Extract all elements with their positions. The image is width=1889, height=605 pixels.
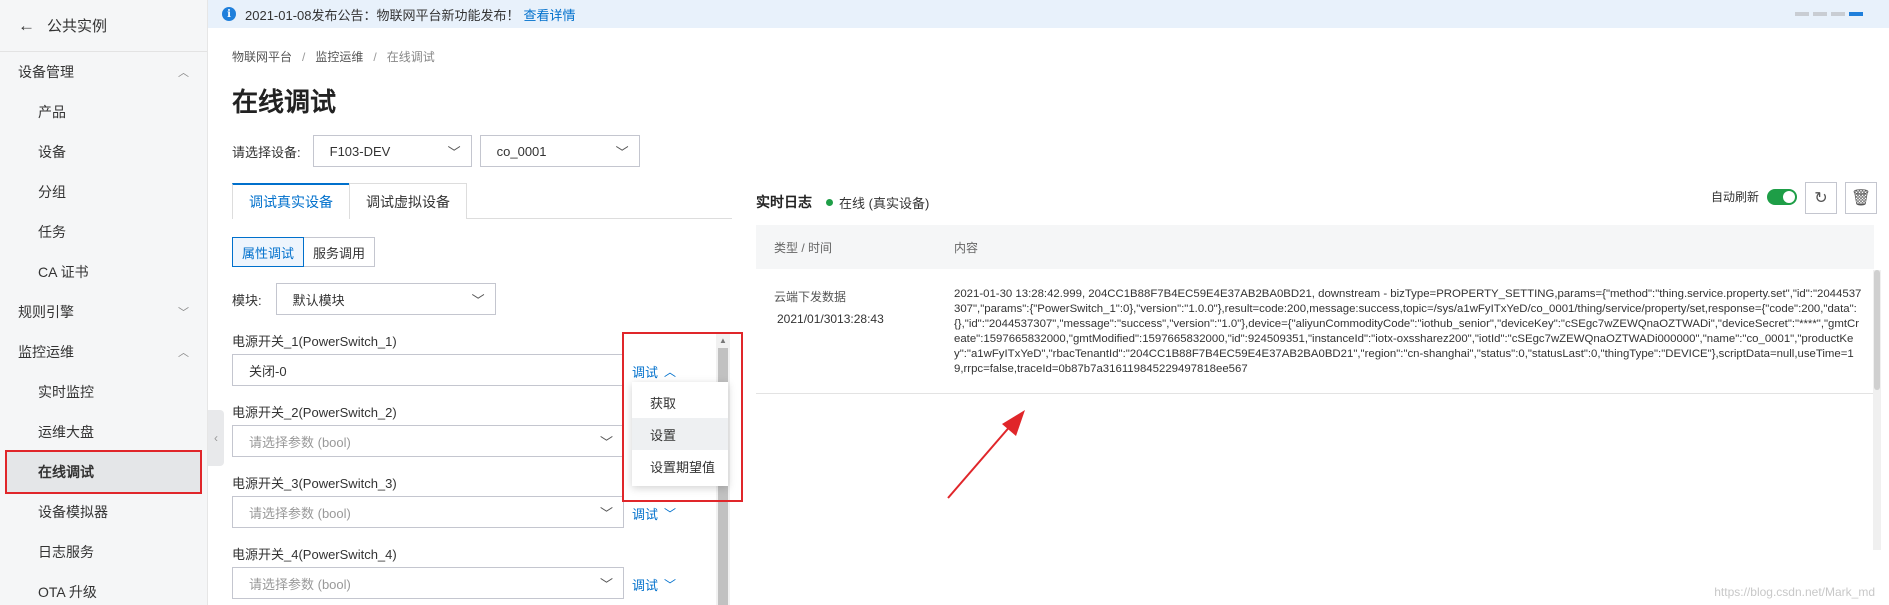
table-row: 云端下发数据 2021/01/3013:28:43 2021-01-30 13:… (756, 270, 1874, 394)
log-scrollbar[interactable] (1873, 270, 1881, 550)
chevron-down-icon: ﹀ (178, 307, 189, 319)
column-type-time: 类型 / 时间 (774, 240, 833, 255)
auto-refresh: 自动刷新 (1711, 188, 1798, 205)
switch-label: 电源开关_1(PowerSwitch_1) (232, 334, 397, 349)
sidebar-group-rule-engine[interactable]: 规则引擎 ﹀ (0, 292, 207, 332)
module-select[interactable]: 默认模块 ﹀ (275, 283, 496, 315)
debug-dropdown-menu: 获取 设置 设置期望值 (632, 382, 728, 486)
sidebar-group-monitoring[interactable]: 监控运维 ︿ (0, 332, 207, 372)
module-label: 模块: (232, 292, 262, 308)
tab-virtual-device[interactable]: 调试虚拟设备 (349, 183, 467, 219)
device-select-label: 请选择设备: (232, 144, 301, 160)
chevron-down-icon: ﹀ (471, 292, 485, 308)
chevron-down-icon: ﹀ (599, 505, 613, 521)
watermark: https://blog.csdn.net/Mark_md (1714, 585, 1875, 599)
sidebar-item-online-debug[interactable]: 在线调试 (5, 450, 202, 494)
chevron-down-icon: ﹀ (599, 434, 613, 450)
menu-item-set-desired[interactable]: 设置期望值 (632, 450, 728, 482)
breadcrumb: 物联网平台 / 监控运维 / 在线调试 (232, 50, 435, 64)
sidebar-item-log-service[interactable]: 日志服务 (0, 532, 207, 572)
tab-real-device[interactable]: 调试真实设备 (232, 183, 350, 219)
arrow-left-icon: ← (18, 15, 35, 35)
auto-refresh-toggle[interactable] (1767, 188, 1798, 205)
log-time: 2021/01/3013:28:43 (777, 312, 884, 326)
menu-item-set[interactable]: 设置 (632, 418, 728, 450)
chevron-down-icon: ﹀ (615, 144, 629, 160)
scrollbar-thumb[interactable] (1874, 270, 1880, 390)
chevron-down-icon: ﹀ (664, 578, 677, 592)
sidebar-item-ota[interactable]: OTA 升级 (0, 572, 207, 605)
scroll-up-icon[interactable]: ▲ (719, 336, 727, 345)
refresh-button[interactable]: ↻ (1805, 182, 1837, 214)
sidebar-item-group[interactable]: 分组 (0, 172, 207, 212)
log-type: 云端下发数据 (774, 290, 847, 304)
sidebar-item-task[interactable]: 任务 (0, 212, 207, 252)
switch-3-debug-button[interactable]: 调试 ﹀ (632, 504, 676, 523)
online-status-dot (826, 198, 833, 206)
debug-tabs: 调试真实设备 调试虚拟设备 (232, 183, 732, 219)
pager-dot[interactable] (1795, 12, 1809, 16)
sidebar-item-realtime-monitor[interactable]: 实时监控 (0, 372, 207, 412)
switch-1-select[interactable]: 关闭-0 (232, 354, 624, 386)
product-select[interactable]: F103-DEV ﹀ (312, 135, 472, 167)
log-content: 2021-01-30 13:28:42.999, 204CC1B88F7B4EC… (954, 288, 1862, 375)
chevron-down-icon: ﹀ (447, 144, 461, 160)
refresh-icon: ↻ (1814, 190, 1828, 207)
switch-label: 电源开关_2(PowerSwitch_2) (232, 405, 397, 420)
clear-log-button[interactable]: 🗑 (1845, 182, 1877, 214)
device-select-row: 请选择设备: F103-DEV ﹀ co_0001 ﹀ (232, 135, 640, 167)
device-select[interactable]: co_0001 ﹀ (479, 135, 640, 167)
switch-4-select[interactable]: 请选择参数 (bool) ﹀ (232, 567, 624, 599)
switch-label: 电源开关_3(PowerSwitch_3) (232, 476, 397, 491)
switch-label: 电源开关_4(PowerSwitch_4) (232, 547, 397, 562)
breadcrumb-current: 在线调试 (386, 50, 435, 64)
module-row: 模块: 默认模块 ﹀ (232, 283, 496, 315)
switch-2-select[interactable]: 请选择参数 (bool) ﹀ (232, 425, 624, 457)
back-to-public-instance[interactable]: ← 公共实例 (0, 0, 207, 52)
announcement-pager (1795, 12, 1863, 16)
sidebar-item-ops-dashboard[interactable]: 运维大盘 (0, 412, 207, 452)
trash-icon: 🗑 (1850, 190, 1872, 207)
sidebar-collapse-button[interactable]: ‹ (208, 410, 224, 466)
column-content: 内容 (954, 240, 979, 255)
debug-subtabs: 属性调试 服务调用 (232, 237, 376, 267)
sidebar-item-product[interactable]: 产品 (0, 92, 207, 132)
announcement-bar: i 2021-01-08发布公告：物联网平台新功能发布！ 查看详情 (208, 0, 1889, 28)
sidebar: ← 公共实例 设备管理 ︿ 产品 设备 分组 任务 CA 证书 规则引擎 ﹀ 监… (0, 0, 208, 605)
subtab-service-call[interactable]: 服务调用 (303, 237, 376, 267)
annotation-arrow (947, 410, 1025, 499)
chevron-up-icon: ︿ (664, 365, 677, 379)
chevron-down-icon: ﹀ (664, 507, 677, 521)
pager-dot-active[interactable] (1849, 12, 1863, 16)
switch-4-debug-button[interactable]: 调试 ﹀ (632, 575, 676, 594)
subtab-property-debug[interactable]: 属性调试 (232, 237, 305, 267)
chevron-up-icon: ︿ (178, 67, 189, 79)
pager-dot[interactable] (1813, 12, 1827, 16)
announcement-text: 2021-01-08发布公告：物联网平台新功能发布！ (245, 7, 520, 23)
info-icon: i (222, 7, 236, 21)
breadcrumb-item[interactable]: 监控运维 (315, 50, 363, 64)
sidebar-item-device-simulator[interactable]: 设备模拟器 (0, 492, 207, 532)
switch-1-debug-button[interactable]: 调试 ︿ (632, 362, 676, 381)
pager-dot[interactable] (1831, 12, 1845, 16)
sidebar-group-device-management[interactable]: 设备管理 ︿ (0, 52, 207, 92)
sidebar-item-ca-cert[interactable]: CA 证书 (0, 252, 207, 292)
sidebar-item-device[interactable]: 设备 (0, 132, 207, 172)
log-table-header: 类型 / 时间 内容 (756, 225, 1874, 269)
log-panel-title: 实时日志 在线 (真实设备) (756, 194, 930, 211)
switch-3-select[interactable]: 请选择参数 (bool) ﹀ (232, 496, 624, 528)
chevron-up-icon: ︿ (178, 347, 189, 359)
back-label: 公共实例 (47, 18, 108, 35)
menu-item-get[interactable]: 获取 (632, 386, 728, 418)
page-title: 在线调试 (232, 87, 337, 117)
chevron-down-icon: ﹀ (599, 576, 613, 592)
online-status-text: 在线 (真实设备) (839, 195, 930, 211)
breadcrumb-item[interactable]: 物联网平台 (232, 50, 292, 64)
announcement-link[interactable]: 查看详情 (524, 5, 576, 24)
